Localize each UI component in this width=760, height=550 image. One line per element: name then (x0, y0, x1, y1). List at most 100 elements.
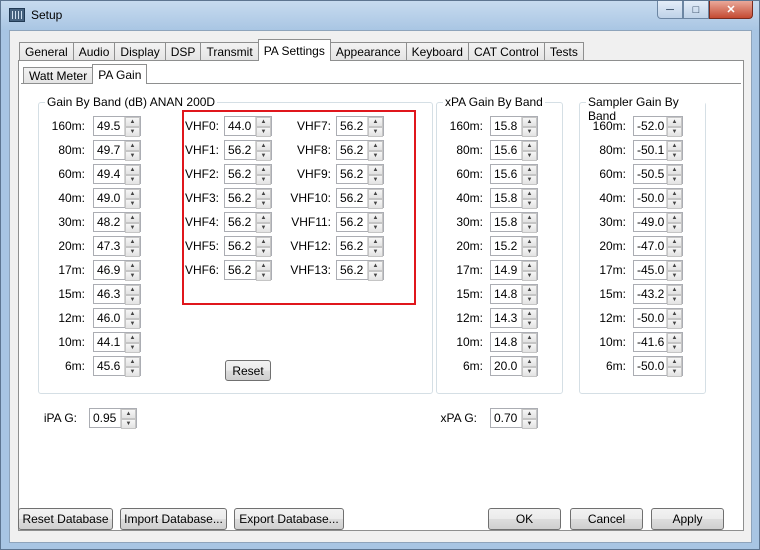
vhf-vhf6-spinbox[interactable]: 56.2 ▲ ▼ (224, 260, 272, 281)
sampler-17m-spinbox[interactable]: -45.0 ▲ ▼ (633, 260, 683, 281)
gain-17m-value[interactable]: 46.9 (94, 261, 124, 279)
xpa-80m-spinbox[interactable]: 15.6 ▲ ▼ (490, 140, 538, 161)
down-arrow-icon[interactable]: ▼ (368, 175, 383, 185)
gain-15m-spinbox[interactable]: 46.3 ▲ ▼ (93, 284, 141, 305)
down-arrow-icon[interactable]: ▼ (256, 151, 271, 161)
down-arrow-icon[interactable]: ▼ (667, 199, 682, 209)
up-arrow-icon[interactable]: ▲ (667, 285, 682, 295)
up-arrow-icon[interactable]: ▲ (522, 117, 537, 127)
up-arrow-icon[interactable]: ▲ (125, 357, 140, 367)
up-arrow-icon[interactable]: ▲ (256, 261, 271, 271)
down-arrow-icon[interactable]: ▼ (522, 319, 537, 329)
down-arrow-icon[interactable]: ▼ (522, 271, 537, 281)
xpa-17m-value[interactable]: 14.9 (491, 261, 521, 279)
close-button[interactable]: ✕ (709, 1, 753, 19)
xpa-30m-spinbox[interactable]: 15.8 ▲ ▼ (490, 212, 538, 233)
ipa-g-value[interactable]: 0.95 (90, 409, 120, 427)
up-arrow-icon[interactable]: ▲ (522, 309, 537, 319)
down-arrow-icon[interactable]: ▼ (368, 271, 383, 281)
gain-10m-spinbox[interactable]: 44.1 ▲ ▼ (93, 332, 141, 353)
down-arrow-icon[interactable]: ▼ (256, 271, 271, 281)
gain-30m-spinbox[interactable]: 48.2 ▲ ▼ (93, 212, 141, 233)
up-arrow-icon[interactable]: ▲ (522, 333, 537, 343)
up-arrow-icon[interactable]: ▲ (256, 117, 271, 127)
up-arrow-icon[interactable]: ▲ (368, 189, 383, 199)
xpa-12m-spinbox[interactable]: 14.3 ▲ ▼ (490, 308, 538, 329)
vhf-vhf3-value[interactable]: 56.2 (225, 189, 255, 207)
gain-12m-spinbox[interactable]: 46.0 ▲ ▼ (93, 308, 141, 329)
vhf-vhf12-value[interactable]: 56.2 (337, 237, 367, 255)
down-arrow-icon[interactable]: ▼ (522, 247, 537, 257)
gain-20m-value[interactable]: 47.3 (94, 237, 124, 255)
maximize-button[interactable]: □ (683, 1, 709, 19)
up-arrow-icon[interactable]: ▲ (667, 261, 682, 271)
gain-40m-value[interactable]: 49.0 (94, 189, 124, 207)
up-arrow-icon[interactable]: ▲ (256, 189, 271, 199)
vhf-vhf11-value[interactable]: 56.2 (337, 213, 367, 231)
vhf-vhf2-spinbox[interactable]: 56.2 ▲ ▼ (224, 164, 272, 185)
vhf-vhf10-value[interactable]: 56.2 (337, 189, 367, 207)
up-arrow-icon[interactable]: ▲ (125, 189, 140, 199)
gain-40m-spinbox[interactable]: 49.0 ▲ ▼ (93, 188, 141, 209)
down-arrow-icon[interactable]: ▼ (667, 247, 682, 257)
sampler-15m-spinbox[interactable]: -43.2 ▲ ▼ (633, 284, 683, 305)
down-arrow-icon[interactable]: ▼ (125, 295, 140, 305)
reset-database-button[interactable]: Reset Database (18, 508, 113, 530)
down-arrow-icon[interactable]: ▼ (368, 127, 383, 137)
up-arrow-icon[interactable]: ▲ (368, 237, 383, 247)
sampler-30m-spinbox[interactable]: -49.0 ▲ ▼ (633, 212, 683, 233)
xpa-60m-spinbox[interactable]: 15.6 ▲ ▼ (490, 164, 538, 185)
down-arrow-icon[interactable]: ▼ (125, 343, 140, 353)
gain-17m-spinbox[interactable]: 46.9 ▲ ▼ (93, 260, 141, 281)
vhf-vhf3-spinbox[interactable]: 56.2 ▲ ▼ (224, 188, 272, 209)
up-arrow-icon[interactable]: ▲ (667, 117, 682, 127)
vhf-vhf2-value[interactable]: 56.2 (225, 165, 255, 183)
up-arrow-icon[interactable]: ▲ (125, 237, 140, 247)
xpa-40m-value[interactable]: 15.8 (491, 189, 521, 207)
tab-tests[interactable]: Tests (543, 42, 584, 61)
apply-button[interactable]: Apply (651, 508, 724, 530)
sampler-40m-value[interactable]: -50.0 (634, 189, 666, 207)
subtab-watt-meter[interactable]: Watt Meter (23, 67, 94, 84)
tab-keyboard[interactable]: Keyboard (405, 42, 469, 61)
down-arrow-icon[interactable]: ▼ (522, 367, 537, 377)
down-arrow-icon[interactable]: ▼ (667, 295, 682, 305)
tab-display[interactable]: Display (114, 42, 166, 61)
down-arrow-icon[interactable]: ▼ (125, 367, 140, 377)
gain-60m-value[interactable]: 49.4 (94, 165, 124, 183)
vhf-vhf9-spinbox[interactable]: 56.2 ▲ ▼ (336, 164, 384, 185)
xpa-40m-spinbox[interactable]: 15.8 ▲ ▼ (490, 188, 538, 209)
up-arrow-icon[interactable]: ▲ (256, 141, 271, 151)
down-arrow-icon[interactable]: ▼ (522, 175, 537, 185)
up-arrow-icon[interactable]: ▲ (368, 165, 383, 175)
cancel-button[interactable]: Cancel (570, 508, 643, 530)
xpa-60m-value[interactable]: 15.6 (491, 165, 521, 183)
vhf-vhf8-value[interactable]: 56.2 (337, 141, 367, 159)
down-arrow-icon[interactable]: ▼ (368, 199, 383, 209)
up-arrow-icon[interactable]: ▲ (256, 165, 271, 175)
down-arrow-icon[interactable]: ▼ (522, 127, 537, 137)
down-arrow-icon[interactable]: ▼ (125, 175, 140, 185)
down-arrow-icon[interactable]: ▼ (667, 367, 682, 377)
up-arrow-icon[interactable]: ▲ (667, 165, 682, 175)
up-arrow-icon[interactable]: ▲ (125, 213, 140, 223)
sampler-12m-value[interactable]: -50.0 (634, 309, 666, 327)
sampler-20m-value[interactable]: -47.0 (634, 237, 666, 255)
xpa-12m-value[interactable]: 14.3 (491, 309, 521, 327)
xpa-17m-spinbox[interactable]: 14.9 ▲ ▼ (490, 260, 538, 281)
down-arrow-icon[interactable]: ▼ (667, 271, 682, 281)
up-arrow-icon[interactable]: ▲ (125, 285, 140, 295)
gain-15m-value[interactable]: 46.3 (94, 285, 124, 303)
up-arrow-icon[interactable]: ▲ (522, 213, 537, 223)
gain-160m-spinbox[interactable]: 49.5 ▲ ▼ (93, 116, 141, 137)
vhf-vhf4-value[interactable]: 56.2 (225, 213, 255, 231)
gain-10m-value[interactable]: 44.1 (94, 333, 124, 351)
sampler-160m-spinbox[interactable]: -52.0 ▲ ▼ (633, 116, 683, 137)
vhf-vhf12-spinbox[interactable]: 56.2 ▲ ▼ (336, 236, 384, 257)
tab-audio[interactable]: Audio (72, 42, 116, 61)
down-arrow-icon[interactable]: ▼ (667, 319, 682, 329)
gain-12m-value[interactable]: 46.0 (94, 309, 124, 327)
subtab-pa-gain[interactable]: PA Gain (92, 64, 148, 84)
up-arrow-icon[interactable]: ▲ (256, 237, 271, 247)
up-arrow-icon[interactable]: ▲ (368, 261, 383, 271)
